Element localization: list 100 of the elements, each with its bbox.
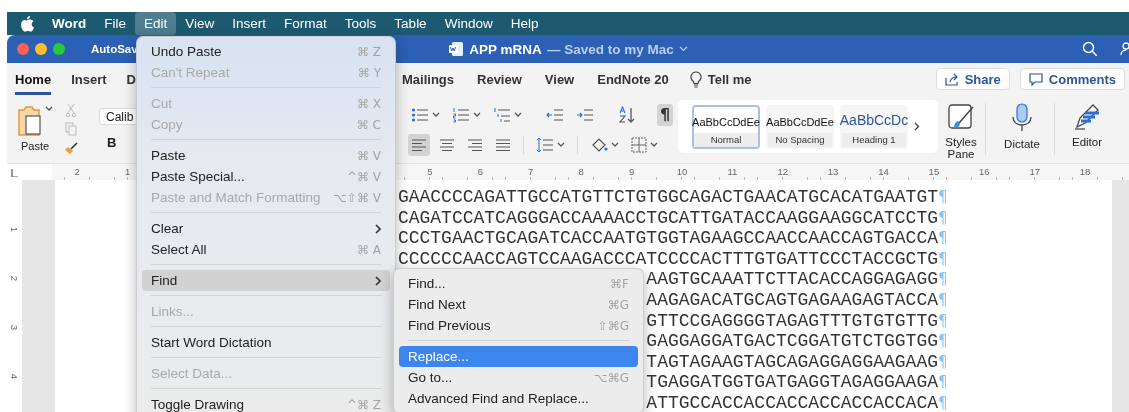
tell-me-field[interactable]: Tell me	[707, 71, 752, 87]
ruler-number: 4	[9, 373, 20, 380]
ruler-number: 7	[527, 165, 535, 179]
style-name: No Spacing	[768, 132, 832, 147]
align-justify-icon	[495, 136, 511, 153]
sort-icon	[618, 105, 636, 124]
close-button[interactable]	[17, 43, 29, 55]
keyboard-shortcut: ⌘ A	[356, 242, 381, 257]
autosave-label[interactable]: AutoSav	[91, 43, 138, 55]
text-line: TAGTAGAAGTAGCAGAGGAGGAAGAAG	[646, 351, 938, 373]
people-icon[interactable]	[1120, 41, 1129, 57]
tab-stop-icon[interactable]	[11, 167, 19, 177]
menu-item[interactable]: Edit	[135, 12, 177, 35]
bullet-list-icon	[411, 106, 429, 123]
ribbon-tab[interactable]: Insert	[71, 63, 107, 95]
microphone-icon	[1010, 103, 1034, 133]
menu-item[interactable]: Start Word Dictation	[142, 332, 390, 353]
menu-item[interactable]: Find... ⌘F	[399, 273, 638, 294]
paste-button[interactable]: Paste	[17, 106, 53, 152]
paragraph-mark: ¶	[938, 310, 949, 332]
minimize-button[interactable]	[35, 43, 47, 55]
ruler-number: 10	[675, 165, 689, 179]
menu-item[interactable]: Tools	[335, 12, 386, 35]
ruler-number: 13	[826, 165, 840, 179]
ribbon-tab[interactable]: View	[544, 63, 575, 95]
caret-icon	[45, 106, 53, 111]
menu-item-label: Select All	[151, 242, 207, 257]
menu-item-label: Paste and Match Formatting	[151, 190, 321, 205]
menu-item[interactable]: Select All ⌘ A	[142, 239, 390, 260]
keyboard-shortcut: ⌘ Z	[356, 44, 381, 59]
lightbulb-icon	[689, 70, 702, 88]
ruler-number: 1	[9, 226, 20, 233]
text-line: AAGTGCAAATTCTTACACCAGGAGAGG	[646, 269, 938, 290]
menu-item[interactable]: Table	[385, 12, 436, 35]
menu-item-label: Toggle Drawing	[151, 397, 245, 412]
text-line: CAGATCCATCAGGGACCAAAACCTGCATTGATACCAAGGAAGGCATCCTG	[397, 207, 938, 229]
align-left-icon	[411, 136, 427, 153]
menu-item[interactable]: Undo Paste ⌘ Z	[142, 41, 390, 62]
comment-icon	[1028, 72, 1043, 86]
menu-item[interactable]: Find Previous ⇧⌘G	[399, 315, 638, 336]
text-line: GAACCCCAGATTGCCATGTTCTGTGGCAGACTGAACATGCACATGAATGT	[397, 187, 938, 208]
menu-item[interactable]: Help	[501, 12, 548, 35]
paragraph-mark: ¶	[938, 331, 949, 352]
menu-item[interactable]: Find	[142, 270, 390, 291]
chevron-down-icon	[678, 46, 688, 52]
menu-item[interactable]: View	[176, 12, 224, 35]
numbered-list-icon	[452, 106, 470, 123]
show-formatting-button[interactable]: ¶	[657, 103, 674, 126]
comments-button[interactable]: Comments	[1019, 68, 1125, 90]
ribbon-tab[interactable]: Mailings	[402, 63, 454, 95]
text-line: AAGAGACATGCAGTGAGAAGAGTACCA	[646, 289, 938, 311]
paragraph-mark: ¶	[938, 207, 949, 229]
save-status: — Saved to my Mac	[546, 41, 674, 57]
menu-item[interactable]: File	[95, 12, 135, 35]
menu-item-label: Clear	[151, 221, 184, 236]
ruler-number: 16	[978, 165, 991, 179]
ruler-number: 2	[73, 165, 81, 179]
paragraph-mark: ¶	[938, 289, 949, 311]
decrease-indent-icon	[546, 106, 564, 123]
menu-item[interactable]: Window	[435, 12, 502, 35]
ruler-number: 3	[9, 324, 20, 331]
align-left-button[interactable]	[408, 133, 430, 156]
paragraph-mark: ¶	[938, 392, 949, 412]
menu-item-label: Find Previous	[408, 318, 491, 333]
ribbon-tab[interactable]: Review	[477, 63, 522, 95]
menu-item[interactable]: Advanced Find and Replace...	[399, 388, 638, 409]
ruler-number: 2	[9, 275, 20, 282]
menu-item[interactable]: Find Next ⌘G	[399, 294, 638, 315]
menu-item[interactable]: Insert	[223, 12, 276, 35]
menu-item-label: Paste	[151, 148, 186, 163]
menu-item[interactable]: Clear	[142, 218, 390, 239]
app-menu[interactable]: Word	[43, 12, 96, 35]
ribbon-tab[interactable]: EndNote 20	[597, 63, 669, 95]
ruler-number: 6	[476, 165, 484, 179]
style-tile[interactable]: AaBbCcDdEe Normal	[692, 104, 760, 149]
menu-item[interactable]: Go to... ⌥⌘G	[399, 367, 638, 388]
style-preview: AaBbCcDdEe	[766, 115, 834, 128]
menu-item[interactable]: Paste Special... ^⌘ V	[142, 166, 390, 187]
share-button[interactable]: Share	[935, 68, 1010, 90]
dictate-button[interactable]: Dictate	[994, 95, 1050, 163]
ruler-number: 12	[776, 165, 789, 179]
menu-item[interactable]: Paste ⌘ V	[142, 145, 390, 166]
zoom-button[interactable]	[53, 43, 65, 55]
font-field[interactable]: Calib	[99, 108, 139, 125]
menu-item-label: Paste Special...	[151, 169, 245, 184]
style-tile[interactable]: AaBbCcDdEe No Spacing	[766, 104, 834, 149]
menu-item-label: Go to...	[408, 370, 453, 385]
ruler-number: 1	[123, 165, 132, 179]
menu-item[interactable]: Format	[275, 12, 336, 35]
menu-item[interactable]: Toggle Drawing ^⌘ Z	[142, 394, 390, 412]
menu-item[interactable]: Replace...	[399, 346, 638, 367]
ribbon-tab[interactable]: D	[126, 63, 136, 95]
style-tile[interactable]: AaBbCcDc Heading 1	[840, 104, 908, 149]
bold-button[interactable]: B	[107, 135, 139, 150]
styles-pane-button[interactable]: Styles Pane	[941, 95, 981, 163]
chevron-right-icon	[914, 122, 920, 131]
chevron-right-icon	[375, 275, 381, 286]
search-icon[interactable]	[1082, 41, 1098, 57]
borders-icon	[631, 136, 647, 153]
editor-button[interactable]: Editor	[1059, 95, 1115, 163]
